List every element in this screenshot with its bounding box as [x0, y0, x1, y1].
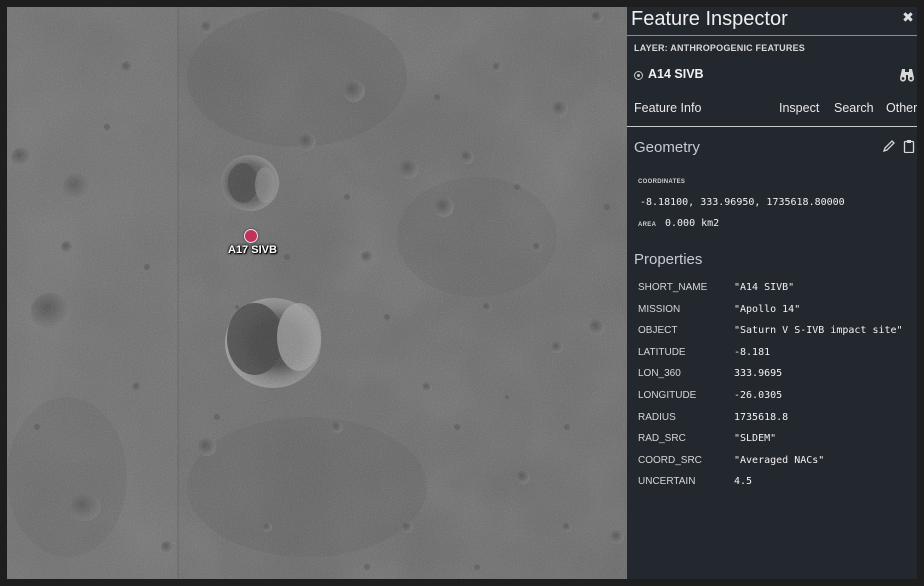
area-label: AREA [638, 222, 657, 228]
property-key: LON_360 [638, 368, 681, 380]
property-value: 4.5 [734, 476, 753, 488]
binoculars-icon[interactable] [899, 68, 915, 82]
property-value: -26.0305 [734, 389, 783, 401]
property-row: COORD_SRC "Averaged NACs" [638, 455, 917, 477]
property-row: UNCERTAIN 4.5 [638, 476, 917, 498]
tab-other[interactable]: Other [886, 101, 917, 115]
property-key: MISSION [638, 303, 681, 315]
coordinates-label: COORDINATES [638, 179, 686, 185]
target-icon [634, 71, 643, 80]
layer-name: LAYER: ANTHROPOGENIC FEATURES [634, 43, 805, 53]
coordinates-value: -8.18100, 333.96950, 1735618.80000 [640, 197, 845, 208]
property-key: RAD_SRC [638, 433, 686, 445]
lunar-map[interactable]: A17 SIVB [7, 7, 627, 579]
property-key: SHORT_NAME [638, 282, 708, 293]
app-window: A17 SIVB Feature Inspector ✖ LAYER: ANTH… [0, 0, 924, 586]
properties-table: SHORT_NAME "A14 SIVB" MISSION "Apollo 14… [638, 282, 917, 498]
area-value: 0.000 km2 [665, 218, 720, 229]
properties-heading: Properties [634, 251, 703, 268]
property-key: LONGITUDE [638, 389, 697, 401]
property-value: "Saturn V S-IVB impact site" [734, 325, 903, 337]
feature-inspector-panel: Feature Inspector ✖ LAYER: ANTHROPOGENIC… [627, 7, 917, 579]
property-value: "SLDEM" [734, 433, 777, 445]
property-row: LATITUDE -8.181 [638, 347, 917, 369]
property-value: 333.9695 [734, 368, 783, 380]
property-row: MISSION "Apollo 14" [638, 304, 917, 326]
feature-name: A14 SIVB [648, 67, 704, 81]
property-value: "A14 SIVB" [734, 282, 795, 293]
property-key: OBJECT [638, 325, 678, 337]
property-row: SHORT_NAME "A14 SIVB" [638, 282, 917, 304]
property-row: RADIUS 1735618.8 [638, 412, 917, 434]
lunar-surface-imagery[interactable] [7, 7, 627, 579]
property-key: COORD_SRC [638, 454, 702, 466]
property-key: RADIUS [638, 411, 676, 423]
property-row: RAD_SRC "SLDEM" [638, 433, 917, 455]
property-row: LONGITUDE -26.0305 [638, 390, 917, 412]
property-key: LATITUDE [638, 346, 686, 358]
clipboard-icon[interactable] [902, 139, 916, 153]
tab-feature-info[interactable]: Feature Info [634, 101, 701, 115]
tabs-divider [627, 126, 917, 127]
inspector-tabs: Feature Info Inspect Search Other [627, 101, 917, 123]
marker-label: A17 SIVB [228, 244, 277, 256]
property-value: "Apollo 14" [734, 303, 801, 315]
tab-inspect[interactable]: Inspect [779, 101, 819, 115]
title-divider [627, 35, 917, 36]
geometry-heading: Geometry [634, 139, 700, 156]
property-key: UNCERTAIN [638, 476, 696, 488]
property-value: "Averaged NACs" [734, 454, 825, 466]
feature-marker[interactable] [244, 229, 258, 243]
property-value: -8.181 [734, 346, 771, 358]
property-row: LON_360 333.9695 [638, 368, 917, 390]
tab-search[interactable]: Search [834, 101, 874, 115]
pencil-icon[interactable] [882, 139, 896, 153]
property-value: 1735618.8 [734, 411, 789, 423]
property-row: OBJECT "Saturn V S-IVB impact site" [638, 325, 917, 347]
close-icon[interactable]: ✖ [901, 9, 915, 25]
